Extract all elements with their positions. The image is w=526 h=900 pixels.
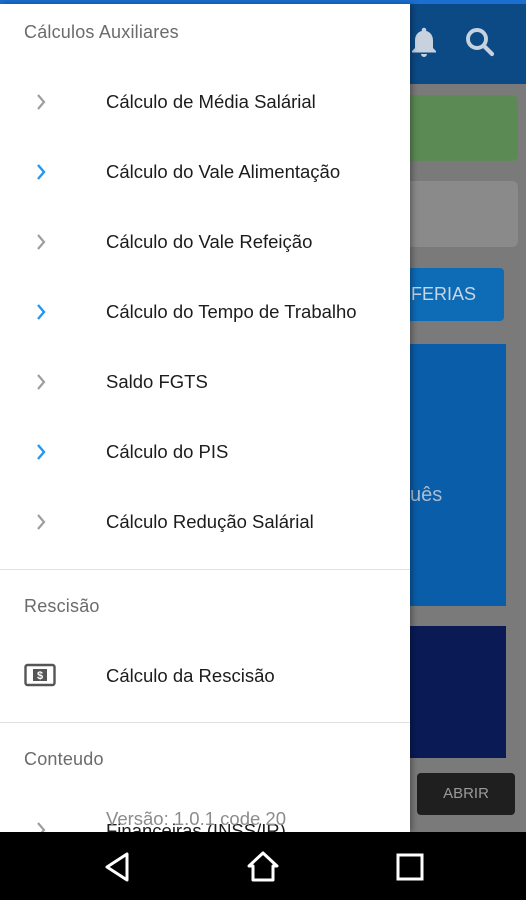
drawer-item-tempo-trabalho[interactable]: Cálculo do Tempo de Trabalho — [0, 282, 410, 342]
drawer-item-reducao-salarial[interactable]: Cálculo Redução Salárial — [0, 492, 410, 552]
drawer-item-label: Cálculo do Tempo de Trabalho — [106, 301, 357, 322]
chevron-right-icon — [37, 374, 46, 390]
bg-grey-card — [400, 181, 518, 247]
drawer-item-label: Cálculo de Média Salárial — [106, 91, 316, 112]
svg-text:$: $ — [37, 670, 43, 682]
drawer-item-saldo-fgts[interactable]: Saldo FGTS — [0, 352, 410, 412]
drawer-item-vale-alimentacao[interactable]: Cálculo do Vale Alimentação — [0, 142, 410, 202]
system-nav-bar — [0, 832, 526, 900]
bg-card-text: uês — [410, 484, 443, 506]
version-text: Versão: 1.0.1 code 20 — [106, 808, 286, 829]
drawer-item-label: Cálculo Redução Salárial — [106, 511, 314, 532]
chevron-right-icon — [37, 304, 46, 320]
navigation-drawer: Cálculos Auxiliares Cálculo de Média Sal… — [0, 4, 410, 832]
chevron-right-icon — [37, 94, 46, 110]
section-title-calculos-auxiliares: Cálculos Auxiliares — [24, 22, 179, 42]
drawer-item-label: Cálculo do Vale Alimentação — [106, 161, 341, 182]
chevron-right-icon — [37, 164, 46, 180]
drawer-item-vale-refeicao[interactable]: Cálculo do Vale Refeição — [0, 212, 410, 272]
search-icon[interactable] — [462, 24, 498, 60]
recents-icon[interactable] — [393, 850, 427, 884]
drawer-item-label: Saldo FGTS — [106, 371, 208, 392]
bell-icon[interactable] — [406, 24, 442, 60]
drawer-item-pis[interactable]: Cálculo do PIS — [0, 422, 410, 482]
chevron-right-icon — [37, 514, 46, 530]
chevron-right-icon — [37, 234, 46, 250]
divider — [0, 569, 410, 570]
chevron-right-icon — [37, 822, 46, 832]
section-title-rescisao: Rescisão — [24, 596, 100, 616]
money-icon: $ — [24, 663, 56, 687]
divider — [0, 722, 410, 723]
abrir-button[interactable]: ABRIR — [417, 773, 515, 815]
drawer-item-rescisao[interactable]: $ Cálculo da Rescisão — [0, 646, 410, 706]
chevron-right-icon — [37, 444, 46, 460]
home-icon[interactable] — [246, 850, 280, 884]
drawer-item-label: Cálculo da Rescisão — [106, 665, 275, 686]
drawer-item-media-salarial[interactable]: Cálculo de Média Salárial — [0, 72, 410, 132]
back-icon[interactable] — [101, 850, 135, 884]
bg-navy-card — [400, 626, 506, 758]
drawer-item-label: Cálculo do PIS — [106, 441, 229, 462]
drawer-item-label: Cálculo do Vale Refeição — [106, 231, 313, 252]
bg-green-card — [400, 95, 518, 161]
section-title-conteudo: Conteudo — [24, 749, 104, 769]
ferias-button[interactable]: FERIAS — [400, 268, 504, 321]
bg-blue-card: uês — [400, 344, 506, 606]
ferias-label: FERIAS — [410, 284, 476, 304]
